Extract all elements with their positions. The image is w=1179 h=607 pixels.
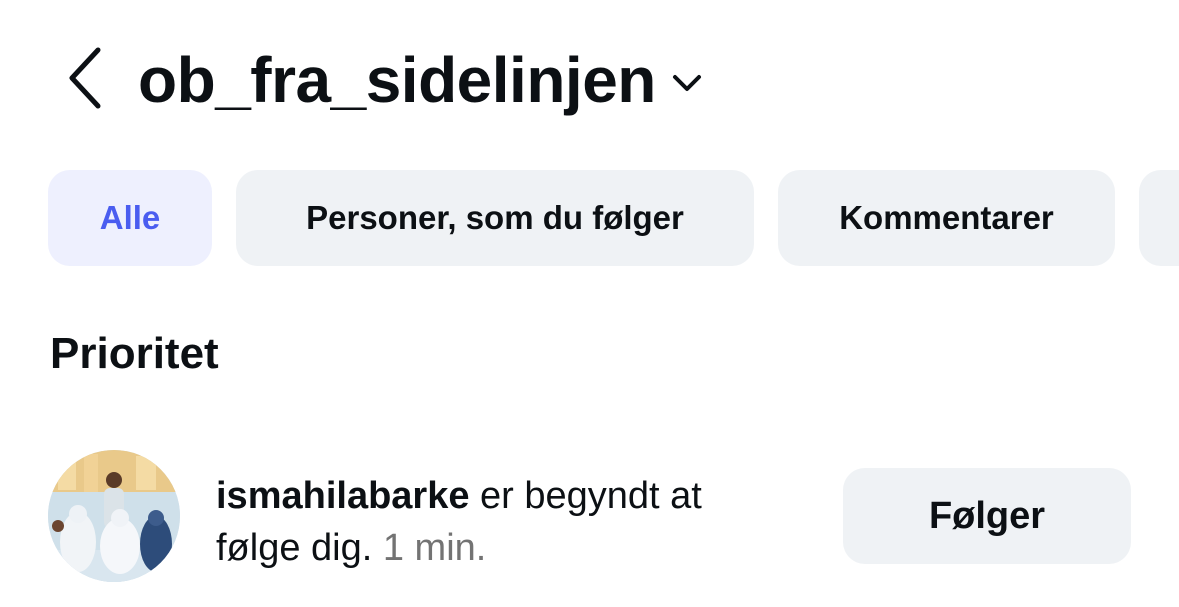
filter-chip-comments[interactable]: Kommentarer <box>778 170 1115 266</box>
filter-chip-following[interactable]: Personer, som du følger <box>236 170 754 266</box>
avatar[interactable] <box>48 450 180 582</box>
chevron-down-icon <box>672 73 702 93</box>
notification-row[interactable]: ismahilabarke er begyndt at følge dig. 1… <box>0 440 1179 600</box>
header: ob_fra_sidelinjen <box>0 0 1179 160</box>
notification-message: er begyndt at <box>469 475 702 517</box>
account-switcher[interactable]: ob_fra_sidelinjen <box>138 38 702 122</box>
page-title: ob_fra_sidelinjen <box>138 44 656 116</box>
filter-chip-more[interactable] <box>1139 170 1179 266</box>
filter-chips: Alle Personer, som du følger Kommentarer <box>48 170 1179 268</box>
following-button[interactable]: Følger <box>843 468 1131 564</box>
chevron-left-icon <box>69 47 101 109</box>
filter-chip-all[interactable]: Alle <box>48 170 212 266</box>
notification-username[interactable]: ismahilabarke <box>216 475 469 517</box>
back-button[interactable] <box>56 44 112 112</box>
section-title: Prioritet <box>50 329 219 378</box>
notification-message-cont: følge dig. <box>216 527 373 569</box>
notification-time: 1 min. <box>372 527 487 569</box>
notification-text: ismahilabarke er begyndt at følge dig. 1… <box>216 470 806 574</box>
